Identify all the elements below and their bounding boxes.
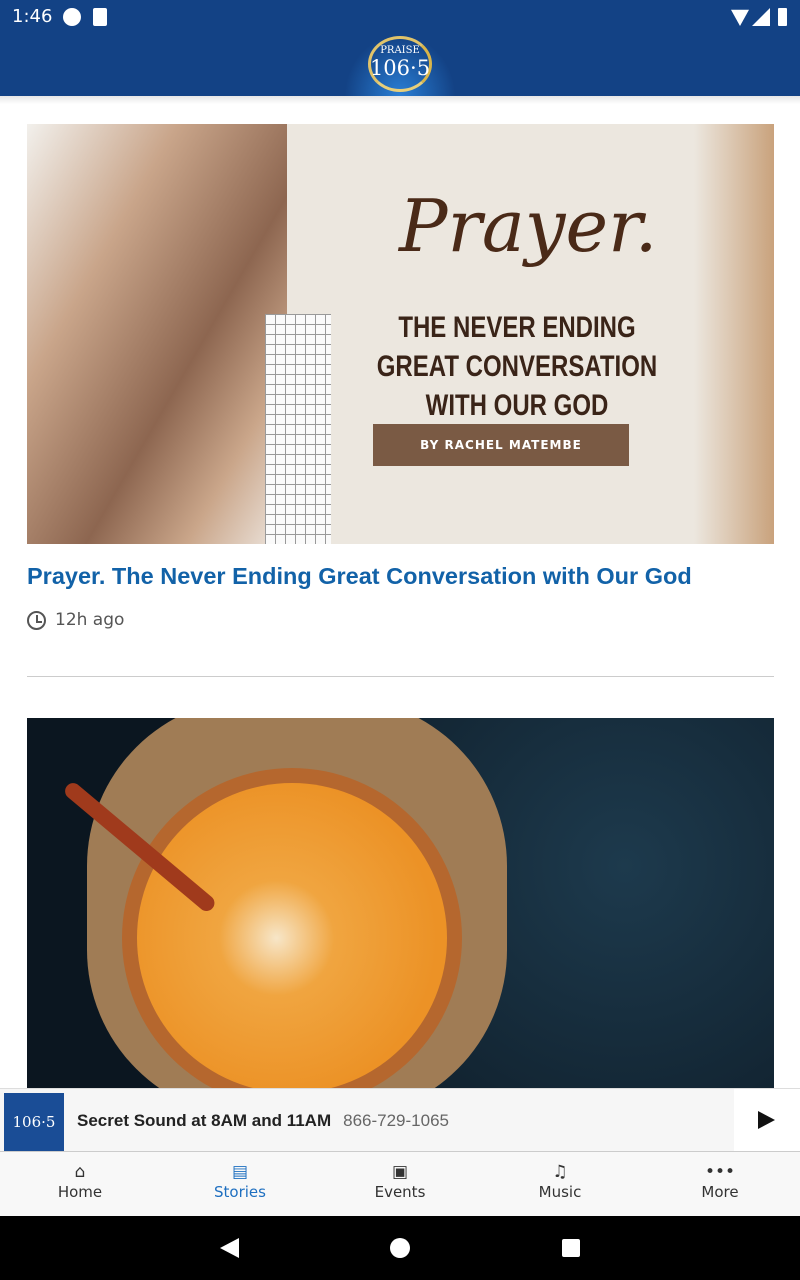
clock-icon [27,610,46,630]
story-time: 12h ago [27,610,124,630]
notification-icon [63,8,81,26]
story-time-text: 12h ago [55,610,125,630]
nav-label: More [701,1183,739,1201]
calendar-icon: ▣ [391,1162,409,1182]
nav-label: Stories [214,1183,266,1201]
nav-more[interactable]: ••• More [640,1152,800,1216]
now-playing-bar[interactable]: 106·5 Secret Sound at 8AM and 11AM 866-72… [0,1088,800,1152]
image-subtitle: THE NEVER ENDING GREAT CONVERSATION WITH… [376,311,658,422]
music-note-icon: ♫ [552,1162,568,1182]
status-time: 1:46 [12,6,53,27]
station-thumbnail: 106·5 [4,1093,64,1151]
more-icon: ••• [704,1162,736,1182]
nav-label: Music [538,1183,582,1201]
nav-label: Events [374,1183,426,1201]
logo-number: 106·5 [369,56,431,80]
now-playing-title: Secret Sound at 8AM and 11AM [77,1111,332,1130]
stories-icon: ▤ [231,1162,249,1182]
nav-label: Home [57,1183,103,1201]
wifi-icon [731,9,749,26]
nav-home[interactable]: ⌂ Home [0,1152,160,1216]
image-script-title: Prayer. [399,184,658,268]
nav-music[interactable]: ♫ Music [480,1152,640,1216]
nav-stories[interactable]: ▤ Stories [160,1152,320,1216]
divider [27,676,774,677]
station-logo[interactable]: PRAISE 106·5 [340,30,460,96]
recents-icon[interactable] [562,1239,580,1257]
battery-icon [778,8,787,26]
bottom-nav: ⌂ Home ▤ Stories ▣ Events ♫ Music ••• More [0,1152,800,1216]
system-nav-bar [0,1216,800,1280]
now-playing-subtitle: 866-729-1065 [343,1111,449,1130]
sd-card-icon [93,8,107,26]
story-image-soup[interactable] [27,718,774,1088]
image-byline: BY RACHEL MATEMBE [373,424,629,466]
logo-text: PRAISE [380,45,420,56]
back-icon[interactable] [220,1238,239,1258]
nav-events[interactable]: ▣ Events [320,1152,480,1216]
story-image[interactable]: Prayer. THE NEVER ENDING GREAT CONVERSAT… [27,124,774,544]
home-circle-icon[interactable] [390,1238,410,1258]
signal-icon [752,8,770,26]
home-icon: ⌂ [74,1162,86,1182]
app-header: 1:46 PRAISE 106·5 [0,0,800,96]
story-title[interactable]: Prayer. The Never Ending Great Conversat… [27,563,692,590]
play-button[interactable] [734,1089,800,1151]
